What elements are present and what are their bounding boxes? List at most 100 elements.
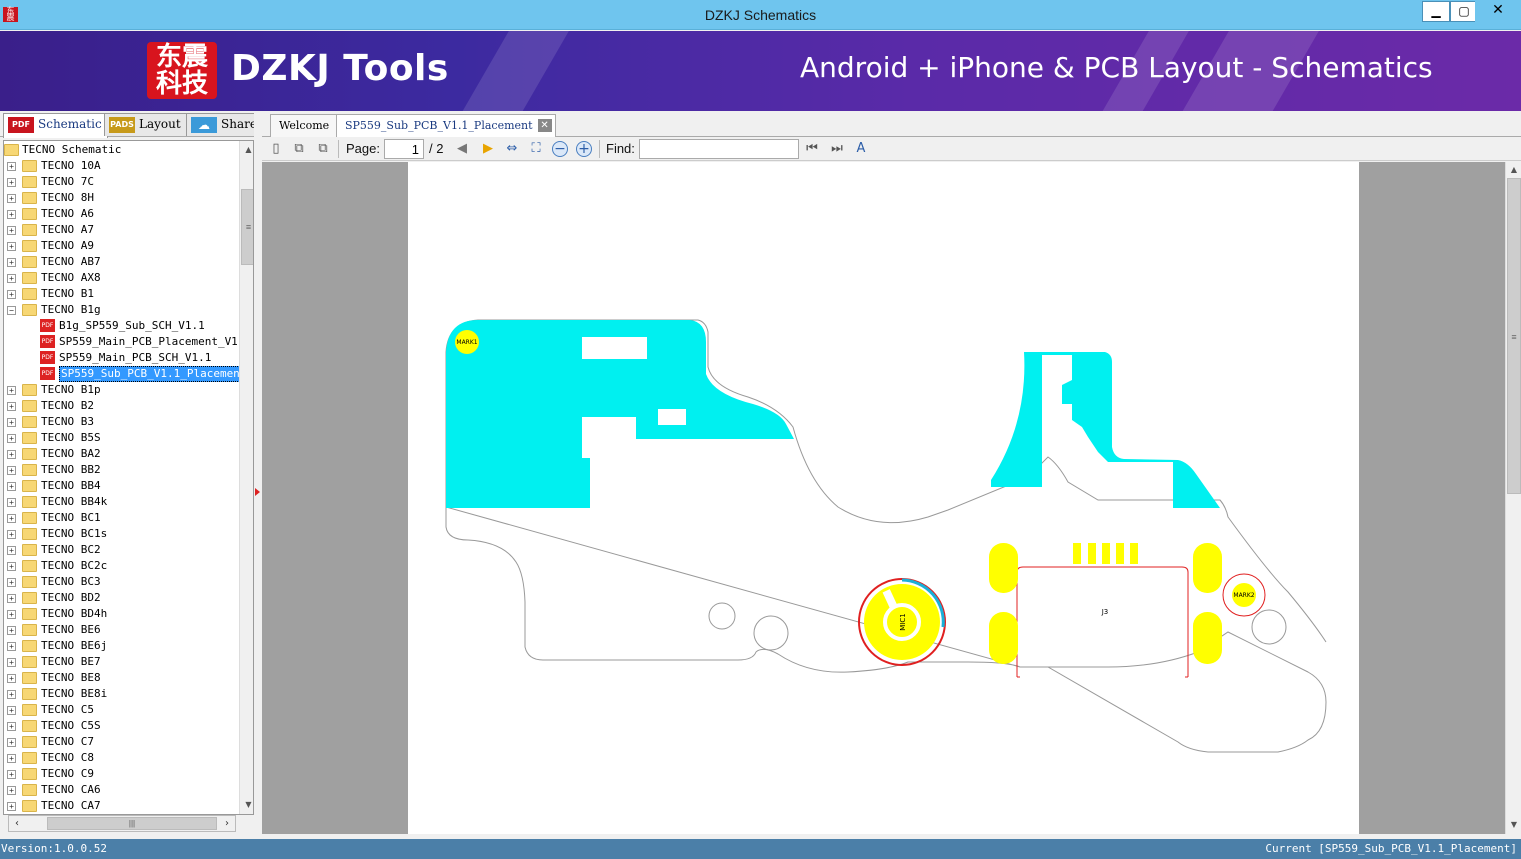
zoom-in-icon[interactable]: +	[576, 141, 592, 157]
expand-icon[interactable]: +	[7, 594, 16, 603]
close-tab-icon[interactable]: ✕	[537, 119, 552, 132]
scroll-up-arrow[interactable]: ▲	[241, 142, 253, 158]
folder-icon	[22, 384, 37, 396]
find-next-icon[interactable]: ⏭	[828, 140, 846, 158]
scroll-thumb[interactable]: |||	[47, 817, 217, 830]
close-button[interactable]: ✕	[1475, 1, 1521, 22]
expand-icon[interactable]: +	[7, 514, 16, 523]
single-page-icon[interactable]: ▯	[267, 140, 285, 158]
expand-icon[interactable]: +	[7, 418, 16, 427]
tree-item-label: TECNO C8	[41, 751, 94, 764]
expand-icon[interactable]: +	[7, 722, 16, 731]
tree-item-label: TECNO BB4	[41, 479, 101, 492]
folder-icon	[22, 688, 37, 700]
tree-item-label: TECNO B1g	[41, 303, 101, 316]
expand-icon[interactable]: +	[7, 578, 16, 587]
folder-icon	[22, 432, 37, 444]
expand-icon[interactable]: +	[7, 674, 16, 683]
expand-icon[interactable]: +	[7, 274, 16, 283]
document-viewer[interactable]: MARK1 MIC1 J3 MARK2	[262, 162, 1505, 834]
tab-label: SP559_Sub_PCB_V1.1_Placement	[345, 119, 533, 132]
expand-icon[interactable]: +	[7, 290, 16, 299]
tree-horizontal-scrollbar[interactable]: ‹ ||| ›	[8, 815, 236, 832]
tree-item-label: TECNO B5S	[41, 431, 101, 444]
tree-item-label: TECNO BE8	[41, 671, 101, 684]
expand-icon[interactable]: +	[7, 562, 16, 571]
expand-icon[interactable]: +	[7, 178, 16, 187]
expand-icon[interactable]: +	[7, 258, 16, 267]
expand-icon[interactable]: +	[7, 658, 16, 667]
expand-icon[interactable]: +	[7, 402, 16, 411]
expand-icon[interactable]: +	[7, 546, 16, 555]
tab-layout[interactable]: PADS Layout	[104, 113, 187, 136]
fit-page-icon[interactable]: ⛶	[527, 140, 545, 158]
expand-icon[interactable]: +	[7, 210, 16, 219]
tree-item-label: TECNO B3	[41, 415, 94, 428]
expand-icon[interactable]: +	[7, 194, 16, 203]
scroll-down-arrow[interactable]: ▼	[1507, 818, 1521, 832]
scroll-thumb[interactable]: ≡	[241, 189, 253, 265]
tree-item-label: TECNO BD4h	[41, 607, 108, 620]
expand-icon[interactable]: +	[7, 626, 16, 635]
expand-icon[interactable]: +	[7, 450, 16, 459]
tree-item-label: TECNO C7	[41, 735, 94, 748]
brand-name: DZKJ Tools	[231, 48, 449, 89]
expand-icon[interactable]: +	[7, 530, 16, 539]
find-previous-icon[interactable]: ⏮	[803, 140, 821, 158]
collapse-arrow-icon[interactable]	[255, 488, 260, 496]
expand-icon[interactable]: +	[7, 786, 16, 795]
minimize-button[interactable]: ▁	[1422, 1, 1450, 22]
panel-splitter[interactable]	[254, 111, 262, 836]
facing-pages-icon[interactable]: ⧉	[314, 140, 332, 158]
header-banner: 东震 科技 DZKJ Tools Android + iPhone & PCB …	[0, 31, 1521, 111]
expand-icon[interactable]: +	[7, 434, 16, 443]
expand-icon[interactable]: +	[7, 690, 16, 699]
expand-icon[interactable]: +	[7, 162, 16, 171]
expand-icon[interactable]: +	[7, 498, 16, 507]
tab-welcome[interactable]: Welcome	[270, 114, 339, 137]
expand-icon[interactable]: +	[7, 226, 16, 235]
tree-item-label: TECNO 10A	[41, 159, 101, 172]
continuous-pages-icon[interactable]: ⧉	[290, 140, 308, 158]
schematic-tree[interactable]: TECNO Schematic + TECNO 10A + TECNO 7C + TECN…	[3, 140, 254, 815]
scroll-right-arrow[interactable]: ›	[219, 816, 235, 831]
tree-file-label: SP559_Main_PCB_SCH_V1.1	[59, 351, 212, 364]
folder-icon	[22, 608, 37, 620]
tab-document[interactable]: SP559_Sub_PCB_V1.1_Placement ✕	[336, 114, 556, 137]
highlight-text-icon[interactable]: A	[852, 140, 870, 158]
find-input[interactable]	[639, 139, 799, 159]
expand-icon[interactable]: +	[7, 610, 16, 619]
expand-icon[interactable]: +	[7, 738, 16, 747]
previous-page-icon[interactable]: ◀	[453, 140, 471, 158]
tab-schematic[interactable]: PDF Schematic	[3, 113, 108, 138]
zoom-out-icon[interactable]: −	[552, 141, 568, 157]
fit-width-icon[interactable]: ⇔	[503, 140, 521, 158]
expand-icon[interactable]: +	[7, 754, 16, 763]
expand-icon[interactable]: +	[7, 242, 16, 251]
next-page-icon[interactable]: ▶	[479, 140, 497, 158]
maximize-button[interactable]: ▢	[1450, 1, 1478, 22]
expand-icon[interactable]: +	[7, 770, 16, 779]
expand-icon[interactable]: +	[7, 642, 16, 651]
collapse-icon[interactable]: −	[7, 306, 16, 315]
expand-icon[interactable]: +	[7, 802, 16, 811]
expand-icon[interactable]: +	[7, 482, 16, 491]
scroll-up-arrow[interactable]: ▲	[1507, 163, 1521, 177]
folder-icon	[22, 800, 37, 812]
expand-icon[interactable]: +	[7, 466, 16, 475]
tree-item-label: TECNO BC2c	[41, 559, 108, 572]
pdf-icon: PDF	[8, 117, 34, 133]
scroll-down-arrow[interactable]: ▼	[241, 797, 253, 813]
tab-label: Share	[221, 117, 257, 131]
page-number-input[interactable]	[384, 139, 424, 159]
tab-share[interactable]: ☁ Share	[186, 113, 263, 136]
scroll-thumb[interactable]: ≡	[1507, 178, 1521, 494]
mounting-hole	[1251, 609, 1287, 645]
scroll-left-arrow[interactable]: ‹	[9, 816, 25, 831]
tree-vertical-scrollbar[interactable]: ▲ ≡ ▼	[239, 141, 253, 814]
expand-icon[interactable]: +	[7, 706, 16, 715]
tree-item-label: TECNO BB4k	[41, 495, 108, 508]
folder-icon	[22, 752, 37, 764]
viewer-vertical-scrollbar[interactable]: ▲ ≡ ▼	[1505, 162, 1521, 834]
expand-icon[interactable]: +	[7, 386, 16, 395]
